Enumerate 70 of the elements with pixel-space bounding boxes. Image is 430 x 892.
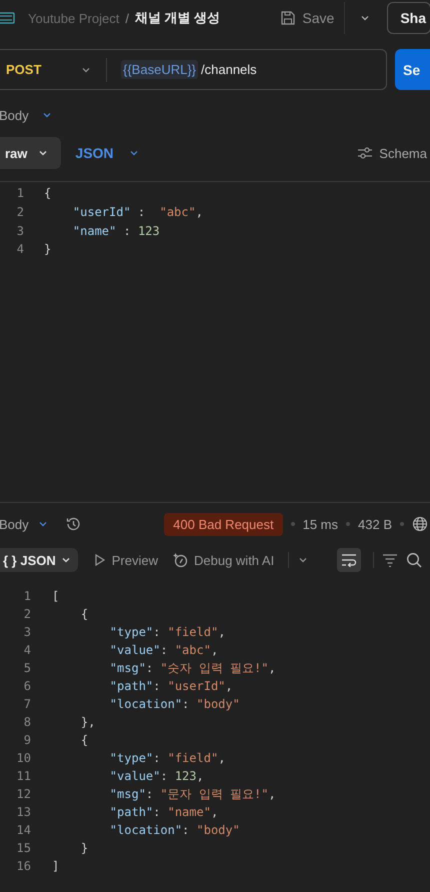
line-number: 1 [22, 589, 31, 603]
line-number: 8 [22, 715, 31, 729]
format-dropdown[interactable]: JSON [75, 145, 114, 161]
line-number: 10 [16, 751, 31, 765]
code-line: "msg": "숫자 입력 필요!", [108, 660, 276, 676]
method-select[interactable]: POST [6, 62, 80, 77]
line-number: 3 [22, 625, 31, 639]
share-button[interactable]: Sha [387, 2, 430, 34]
line-number: 1 [16, 186, 24, 200]
code-line: "path": "userId", [108, 679, 233, 693]
code-line: "type": "field", [108, 625, 226, 639]
code-line: "type": "field", [108, 751, 226, 765]
code-line: ] [52, 859, 60, 873]
play-icon [94, 553, 106, 567]
line-number: 16 [16, 859, 31, 873]
url-variable: {{BaseURL}} [121, 60, 198, 79]
wrap-lines-button[interactable] [337, 548, 361, 572]
debug-ai-button[interactable]: Debug with AI [172, 552, 274, 568]
line-number: 6 [22, 679, 31, 693]
line-number: 7 [22, 697, 31, 711]
code-line: { [80, 733, 88, 747]
code-line: "userId" : "abc", [72, 205, 203, 220]
url-path: /channels [201, 62, 257, 77]
code-line: "location": "body" [108, 823, 240, 837]
code-line: "path": "name", [108, 805, 218, 819]
save-button[interactable]: Save [276, 6, 338, 30]
sliders-icon [357, 146, 374, 160]
status-badge: 400 Bad Request [164, 512, 283, 536]
line-number: 2 [16, 205, 24, 220]
schema-button[interactable]: Schema [357, 146, 427, 160]
body-label[interactable]: Body [0, 108, 29, 122]
line-number: 5 [22, 661, 31, 675]
send-button[interactable]: Se [395, 49, 430, 90]
response-format-dropdown[interactable]: { } JSON [0, 548, 78, 572]
body-mode-dropdown[interactable]: raw [0, 137, 62, 169]
code-line: { [80, 607, 88, 621]
line-number: 3 [16, 224, 24, 238]
line-number: 4 [16, 242, 24, 256]
globe-icon[interactable] [412, 516, 428, 532]
sparkle-icon [172, 552, 188, 568]
code-line: }, [80, 715, 96, 729]
search-icon[interactable] [406, 552, 422, 568]
code-line: "msg": "문자 입력 필요!", [108, 786, 276, 802]
wrap-lines-icon [340, 553, 358, 567]
code-line: { [44, 186, 52, 200]
response-body-label[interactable]: Body [0, 516, 29, 532]
line-number: 9 [22, 733, 31, 747]
filter-icon[interactable] [382, 553, 398, 567]
line-number: 14 [16, 823, 31, 837]
code-line: } [80, 841, 88, 855]
code-line: } [44, 242, 52, 256]
request-name: 채널 개별 생성 [134, 9, 220, 27]
code-line: [ [52, 589, 60, 603]
code-line: "location": "body" [108, 697, 240, 711]
save-icon [280, 10, 296, 26]
line-number: 13 [16, 805, 31, 819]
response-size: 432 B [358, 516, 392, 532]
line-number: 11 [16, 769, 31, 783]
line-number: 2 [22, 607, 31, 621]
line-number: 4 [22, 643, 31, 657]
history-icon[interactable] [64, 516, 81, 532]
preview-button[interactable]: Preview [94, 552, 158, 568]
line-number: 12 [16, 787, 31, 801]
url-bar[interactable]: POST {{BaseURL}} /channels [0, 49, 387, 90]
response-time: 15 ms [302, 516, 338, 532]
code-line: "name" : 123 [72, 224, 160, 238]
line-number: 15 [16, 841, 31, 855]
breadcrumb-separator: / [125, 10, 129, 26]
code-line: "value": "abc", [108, 643, 218, 657]
code-line: "value": 123, [108, 769, 204, 783]
